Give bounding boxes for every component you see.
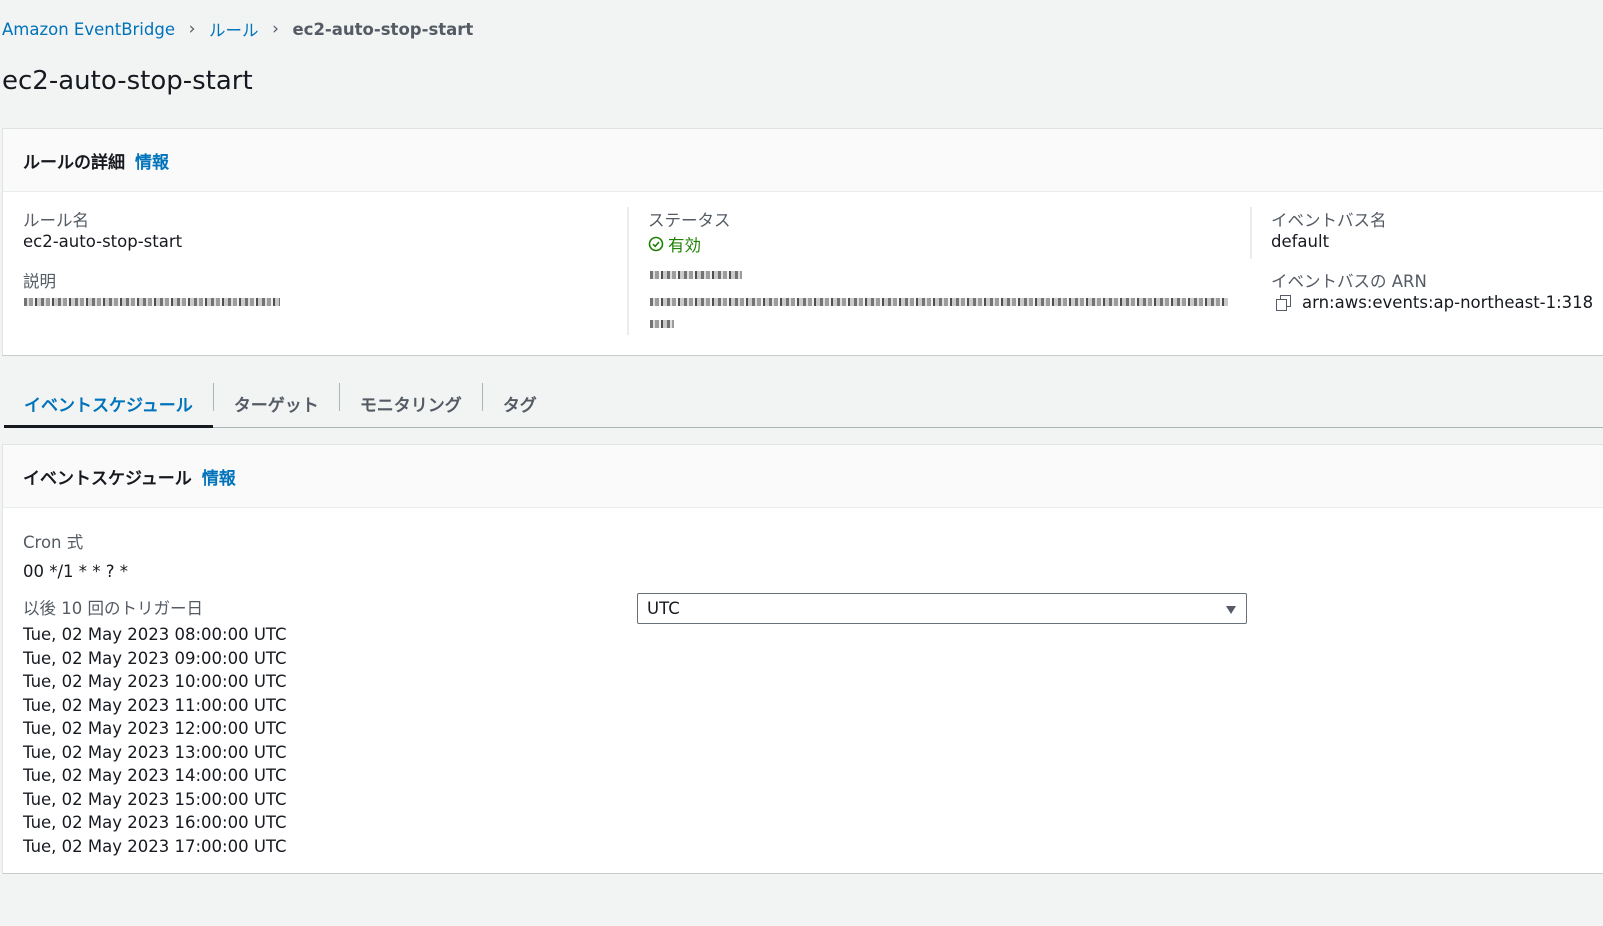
next-triggers-label: 以後 10 回のトリガー日 xyxy=(23,599,203,618)
description-label: 説明 xyxy=(23,272,56,291)
chevron-right-icon: › xyxy=(188,19,196,39)
page-title: ec2-auto-stop-start xyxy=(2,66,253,96)
breadcrumb-link-eventbridge[interactable]: Amazon EventBridge xyxy=(2,20,175,39)
info-link[interactable]: 情報 xyxy=(135,148,169,173)
list-item: Tue, 02 May 2023 16:00:00 UTC xyxy=(23,813,287,832)
event-schedule-panel: イベントスケジュール 情報 Cron 式 00 */1 * * ? * 以後 1… xyxy=(2,444,1603,874)
column-divider xyxy=(1250,207,1252,259)
event-bus-name-value: default xyxy=(1271,232,1330,251)
copy-icon[interactable] xyxy=(1276,294,1292,311)
list-item: Tue, 02 May 2023 12:00:00 UTC xyxy=(23,719,287,738)
list-item: Tue, 02 May 2023 15:00:00 UTC xyxy=(23,789,287,809)
list-item: Tue, 02 May 2023 13:00:00 UTC xyxy=(23,742,287,762)
breadcrumb-link-rules[interactable]: ルール xyxy=(209,17,259,41)
trigger-list: Tue, 02 May 2023 08:00:00 UTC Tue, 02 Ma… xyxy=(23,623,287,858)
timezone-value: UTC xyxy=(647,599,680,618)
status-value: 有効 xyxy=(648,232,701,256)
page: Amazon EventBridge › ルール › ec2-auto-stop… xyxy=(0,0,1603,926)
tab-targets[interactable]: ターゲット xyxy=(214,380,339,427)
rule-details-panel: ルールの詳細 情報 ルール名 ec2-auto-stop-start 説明 ステ… xyxy=(2,128,1603,356)
panel-title: ルールの詳細 xyxy=(23,152,125,173)
cron-label: Cron 式 xyxy=(23,533,84,552)
status-label: ステータス xyxy=(648,211,731,230)
cron-value: 00 */1 * * ? * xyxy=(23,562,129,581)
breadcrumb: Amazon EventBridge › ルール › ec2-auto-stop… xyxy=(2,18,473,40)
redacted-value-cont xyxy=(650,320,674,328)
rule-name-label: ルール名 xyxy=(23,211,89,230)
panel-header: ルールの詳細 情報 xyxy=(3,129,1603,192)
breadcrumb-current: ec2-auto-stop-start xyxy=(292,19,474,39)
caret-down-icon xyxy=(1226,606,1236,614)
chevron-right-icon: › xyxy=(272,19,279,39)
tab-event-schedule[interactable]: イベントスケジュール xyxy=(4,380,213,428)
panel-title: イベントスケジュール xyxy=(23,468,192,489)
info-link[interactable]: 情報 xyxy=(202,464,236,489)
event-bus-name-label: イベントバス名 xyxy=(1271,211,1387,230)
rule-name-value: ec2-auto-stop-start xyxy=(23,232,183,251)
event-bus-arn-value: arn:aws:events:ap-northeast-1:318 xyxy=(1302,293,1594,312)
check-circle-icon xyxy=(648,236,664,252)
redacted-label xyxy=(650,271,742,279)
event-bus-arn-label: イベントバスの ARN xyxy=(1271,272,1427,291)
status-text: 有効 xyxy=(668,236,701,255)
column-divider xyxy=(627,207,629,335)
list-item: Tue, 02 May 2023 14:00:00 UTC xyxy=(23,766,287,785)
list-item: Tue, 02 May 2023 17:00:00 UTC xyxy=(23,836,287,856)
tab-tags[interactable]: タグ xyxy=(483,380,557,427)
list-item: Tue, 02 May 2023 08:00:00 UTC xyxy=(23,625,287,644)
tab-monitoring[interactable]: モニタリング xyxy=(340,380,482,427)
list-item: Tue, 02 May 2023 11:00:00 UTC xyxy=(23,695,287,715)
list-item: Tue, 02 May 2023 10:00:00 UTC xyxy=(23,672,287,691)
event-bus-arn-row: arn:aws:events:ap-northeast-1:318 xyxy=(1276,293,1593,312)
list-item: Tue, 02 May 2023 09:00:00 UTC xyxy=(23,648,287,668)
redacted-description xyxy=(24,298,280,306)
timezone-select[interactable]: UTC xyxy=(637,593,1247,624)
panel-header: イベントスケジュール 情報 xyxy=(3,445,1603,508)
redacted-value xyxy=(650,298,1228,306)
tab-bar: イベントスケジュール ターゲット モニタリング タグ xyxy=(4,380,1603,428)
